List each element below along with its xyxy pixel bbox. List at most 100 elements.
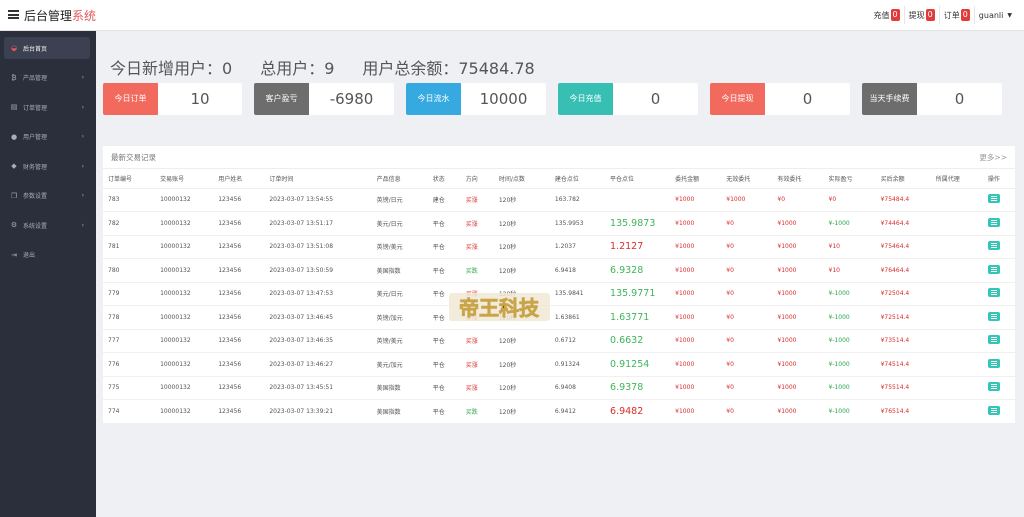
view-detail-button[interactable] <box>987 194 1000 204</box>
user-menu[interactable]: guanli ▼ <box>973 6 1016 24</box>
cell-product: 英镑/美元 <box>371 329 428 353</box>
card-label: 今日充值 <box>558 83 613 115</box>
cell-name: 123456 <box>213 329 265 353</box>
cell-valid: ¥1000 <box>772 399 824 424</box>
view-detail-button[interactable] <box>987 288 1000 298</box>
cell-id: 775 <box>103 376 156 400</box>
cell-time: 2023-03-07 13:51:08 <box>264 235 372 259</box>
nav-withdraw[interactable]: 提现 0 <box>903 6 939 24</box>
gears-icon: ⚙ <box>10 221 18 230</box>
cell-id: 781 <box>103 235 156 259</box>
cell-action <box>982 211 1015 236</box>
cell-name: 123456 <box>213 376 265 400</box>
dashboard-icon: ◒ <box>10 44 18 52</box>
sidebar-item-users[interactable]: ● 用户管理 › <box>0 122 96 152</box>
column-header: 无效委托 <box>721 169 773 189</box>
cell-invalid: ¥1000 <box>721 188 773 212</box>
cell-id: 774 <box>103 399 156 424</box>
table-header-row: 订单编号 交易账号 用户姓名 订单时间 产品信息 状态 方向 时间/点数 建仓点位 平仓点位 委托金… <box>103 169 1015 189</box>
cell-action <box>982 235 1015 259</box>
sidebar-item-label: 订单管理 <box>23 104 48 112</box>
stat-cards: 今日订单 10 客户盈亏 -6980 今日流水 10000 今日充值 0 今日提现 0 当… <box>103 83 1002 115</box>
sidebar-item-products[interactable]: ₿ 产品管理 › <box>0 63 96 93</box>
cell-dur: 120秒 <box>493 235 550 259</box>
cell-action <box>982 399 1015 424</box>
view-detail-button[interactable] <box>987 311 1000 321</box>
cell-close: 135.9873 <box>605 211 671 236</box>
cell-amt: ¥1000 <box>670 211 722 236</box>
sidebar-item-params[interactable]: ❐ 参数设置 › <box>0 181 96 211</box>
table-row: 778 10000132 123456 2023-03-07 13:46:45 英镑/加… <box>103 305 1015 330</box>
cell-id: 783 <box>103 188 156 212</box>
view-detail-button[interactable] <box>987 217 1000 227</box>
user-name: guanli <box>978 10 1004 20</box>
new-users-stat: 今日新增用户：0 <box>110 59 233 78</box>
cell-acct: 10000132 <box>155 399 214 424</box>
cell-agent <box>930 282 983 306</box>
table-row: 780 10000132 123456 2023-03-07 13:50:59 美国指数… <box>103 258 1015 283</box>
sidebar-item-orders[interactable]: ▤ 订单管理 › <box>0 93 96 123</box>
chevron-right-icon: › <box>81 74 84 82</box>
cell-name: 123456 <box>213 211 265 236</box>
nav-withdraw-badge: 0 <box>925 9 935 21</box>
sidebar-item-system[interactable]: ⚙ 系统设置 › <box>0 211 96 241</box>
cell-agent <box>930 211 983 236</box>
cell-dir: 买涨 <box>460 211 494 236</box>
cell-dur: 120秒 <box>493 211 550 236</box>
cell-after: ¥73514.4 <box>875 329 931 353</box>
card-label: 今日流水 <box>406 83 461 115</box>
panel-title: 最新交易记录 <box>111 152 156 162</box>
cell-valid: ¥1000 <box>772 329 824 353</box>
cell-acct: 10000132 <box>155 305 214 330</box>
cell-invalid: ¥0 <box>721 282 773 306</box>
more-link[interactable]: 更多>> <box>979 152 1007 163</box>
sidebar-item-dashboard[interactable]: ◒ 后台首页 <box>4 37 90 59</box>
cell-pnl: ¥-1000 <box>823 352 876 377</box>
sidebar-item-label: 退出 <box>23 252 36 260</box>
cell-id: 777 <box>103 329 156 353</box>
summary-line: 今日新增用户：0 总用户：9 用户总余额：75484.78 <box>110 55 535 79</box>
cell-close <box>605 188 671 212</box>
nav-orders[interactable]: 订单 0 <box>938 6 974 24</box>
cell-close: 0.91254 <box>605 352 671 377</box>
cell-invalid: ¥0 <box>721 211 773 236</box>
cell-amt: ¥1000 <box>670 235 722 259</box>
sidebar-item-label: 参数设置 <box>23 193 48 201</box>
cell-valid: ¥1000 <box>772 235 824 259</box>
cell-time: 2023-03-07 13:46:45 <box>264 305 372 330</box>
cell-time: 2023-03-07 13:54:55 <box>264 188 372 212</box>
view-detail-button[interactable] <box>987 241 1000 251</box>
cell-name: 123456 <box>213 282 265 306</box>
column-header: 有效委托 <box>772 169 824 189</box>
nav-recharge[interactable]: 充值 0 <box>870 6 904 24</box>
sidebar-item-label: 系统设置 <box>23 222 48 230</box>
sidebar-item-logout[interactable]: ⇥ 退出 <box>0 240 96 270</box>
view-detail-button[interactable] <box>987 335 1000 345</box>
cell-open: 0.91324 <box>549 352 606 377</box>
card-value: 10000 <box>479 90 528 108</box>
cell-id: 780 <box>103 258 156 283</box>
cell-status: 平仓 <box>427 258 461 283</box>
cell-acct: 10000132 <box>155 258 214 283</box>
view-detail-button[interactable] <box>987 382 1000 392</box>
cell-status: 建仓 <box>427 188 461 212</box>
sidebar-item-finance[interactable]: ◆ 财务管理 › <box>0 152 96 182</box>
cell-amt: ¥1000 <box>670 282 722 306</box>
cell-invalid: ¥0 <box>721 352 773 377</box>
cell-acct: 10000132 <box>155 211 214 236</box>
column-header: 订单时间 <box>264 169 372 189</box>
menu-toggle-icon[interactable] <box>8 10 19 19</box>
column-header: 时间/点数 <box>493 169 550 189</box>
cell-id: 778 <box>103 305 156 330</box>
cell-open: 6.9412 <box>549 399 606 424</box>
cell-pnl: ¥-1000 <box>823 399 876 424</box>
cell-agent <box>930 376 983 400</box>
cell-amt: ¥1000 <box>670 188 722 212</box>
view-detail-button[interactable] <box>987 358 1000 368</box>
sidebar-item-label: 产品管理 <box>23 75 48 83</box>
view-detail-button[interactable] <box>987 405 1000 415</box>
view-detail-button[interactable] <box>987 264 1000 274</box>
cell-valid: ¥1000 <box>772 352 824 377</box>
cell-acct: 10000132 <box>155 352 214 377</box>
cell-dir: 买涨 <box>460 329 494 353</box>
